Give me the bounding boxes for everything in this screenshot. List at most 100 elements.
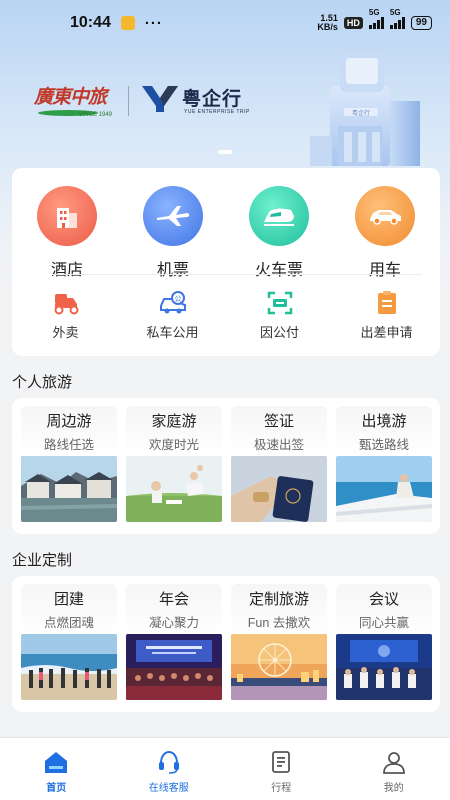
tile-title: 签证 (263, 412, 294, 430)
service-car[interactable]: 用车 (335, 186, 435, 280)
enterprise-custom-card: 团建 点燃团魂 年会 凝心聚力 定制旅游 Fun 去撒欢 会议 同心共赢 (12, 576, 440, 712)
more-notifications-icon: ··· (144, 14, 163, 32)
tile-header: 家庭游 欢度时光 (126, 406, 222, 456)
tile-header: 签证 极速出签 (231, 406, 327, 456)
tile-title: 定制旅游 (248, 590, 309, 608)
bottom-nav: 首页 在线客服 行程 我的 (0, 737, 450, 800)
nav-itinerary[interactable]: 行程 (231, 745, 331, 794)
tile-header: 定制旅游 Fun 去撒欢 (231, 584, 327, 634)
enterprise-custom-tiles: 团建 点燃团魂 年会 凝心聚力 定制旅游 Fun 去撒欢 会议 同心共赢 (21, 584, 432, 700)
tile-family-travel[interactable]: 家庭游 欢度时光 (126, 406, 222, 522)
main-services: 酒店 机票 火车票 用车 (12, 186, 440, 280)
service-label: 酒店 (50, 262, 83, 279)
nav-label: 首页 (46, 782, 67, 794)
sub-service-label: 出差申请 (360, 325, 413, 340)
nav-label: 在线客服 (148, 782, 189, 794)
nav-profile[interactable]: 我的 (344, 745, 444, 794)
family-picnic-image (126, 456, 222, 522)
nav-label: 行程 (271, 782, 292, 794)
yue-enterprise-trip-logo: 粤企行 YUE ENTERPRISE TRIP (140, 84, 249, 120)
service-label: 火车票 (254, 262, 303, 279)
service-private-car[interactable]: 公 私车公用 (123, 290, 223, 341)
yacht-sea-image (336, 456, 432, 522)
nav-customer-service[interactable]: 在线客服 (119, 745, 219, 794)
yue-logo-name: 粤企行 (182, 89, 243, 110)
hd-badge: HD (343, 17, 363, 29)
tile-header: 周边游 路线任选 (21, 406, 117, 456)
signal-icon-2: 5G (389, 8, 405, 29)
banner-carousel[interactable]: 廣東中旅 SINCE 1949 粤企行 YUE ENTERPRISE TRIP … (0, 46, 450, 166)
water-town-image (21, 456, 117, 522)
plane-icon (143, 186, 203, 246)
headset-icon (158, 750, 179, 774)
svg-text:公: 公 (174, 295, 181, 303)
tile-header: 出境游 甄选路线 (336, 406, 432, 456)
tile-subtitle: 极速出签 (253, 437, 304, 452)
battery-icon: 99 (410, 16, 432, 30)
service-travel-application[interactable]: 出差申请 (337, 290, 437, 341)
service-hotel[interactable]: 酒店 (17, 186, 117, 280)
notification-icon (120, 16, 135, 30)
tile-subtitle: 甄选路线 (358, 437, 409, 452)
services-divider (52, 274, 422, 275)
signal-icon: 5G (368, 8, 384, 29)
tile-header: 团建 点燃团魂 (21, 584, 117, 634)
sub-service-label: 因公付 (259, 325, 299, 340)
tile-visa[interactable]: 签证 极速出签 (231, 406, 327, 522)
tile-subtitle: 凝心聚力 (148, 615, 199, 630)
gd-ctc-logo-since: SINCE 1949 (78, 112, 112, 118)
annual-meeting-image (126, 634, 222, 700)
application-icon (377, 291, 396, 314)
network-speed-unit: KB/s (317, 22, 338, 32)
scan-pay-icon (267, 291, 292, 315)
tile-title: 周边游 (46, 412, 92, 430)
service-train[interactable]: 火车票 (229, 186, 329, 280)
profile-icon (382, 751, 405, 774)
tile-header: 年会 凝心聚力 (126, 584, 222, 634)
status-bar: 10:44 ··· 1.51 KB/s HD 5G 5G 99 (0, 0, 450, 46)
tile-outbound-travel[interactable]: 出境游 甄选路线 (336, 406, 432, 522)
beach-team-image (21, 634, 117, 700)
private-car-icon: 公 (159, 291, 186, 314)
tile-custom-travel[interactable]: 定制旅游 Fun 去撒欢 (231, 584, 327, 700)
delivery-icon (54, 294, 78, 315)
tile-conference[interactable]: 会议 同心共赢 (336, 584, 432, 700)
network-speed: 1.51 KB/s (317, 14, 338, 32)
service-label: 机票 (156, 262, 189, 279)
tile-title: 年会 (158, 590, 189, 608)
gd-ctc-logo-text: 廣東中旅 (34, 86, 107, 108)
tile-title: 会议 (368, 590, 399, 608)
carousel-indicator[interactable] (218, 150, 232, 154)
itinerary-icon (272, 750, 291, 773)
tile-title: 家庭游 (151, 412, 197, 430)
status-indicators: 1.51 KB/s HD 5G 5G 99 (317, 8, 432, 32)
building-sign: 粤企行 (352, 109, 370, 117)
ferris-wheel-city-image (231, 634, 327, 700)
building-illustration: 粤企行 (310, 52, 420, 166)
sub-service-label: 外卖 (52, 325, 79, 340)
car-icon (355, 186, 415, 246)
personal-travel-card: 周边游 路线任选 家庭游 欢度时光 签证 极速出签 出境游 甄选路线 (12, 398, 440, 534)
services-card: 酒店 机票 火车票 用车 外卖 公 私车公用 因公付 出差申请 (12, 168, 440, 356)
tile-subtitle: 点燃团魂 (43, 615, 94, 630)
personal-travel-tiles: 周边游 路线任选 家庭游 欢度时光 签证 极速出签 出境游 甄选路线 (21, 406, 432, 522)
conference-image (336, 634, 432, 700)
status-time: 10:44 (70, 14, 111, 31)
tile-annual-meeting[interactable]: 年会 凝心聚力 (126, 584, 222, 700)
tile-nearby-travel[interactable]: 周边游 路线任选 (21, 406, 117, 522)
passport-image (231, 456, 327, 522)
tile-subtitle: 欢度时光 (148, 437, 199, 452)
tile-subtitle: 路线任选 (43, 437, 94, 452)
tile-team-building[interactable]: 团建 点燃团魂 (21, 584, 117, 700)
service-flight[interactable]: 机票 (123, 186, 223, 280)
train-icon (249, 186, 309, 246)
tile-header: 会议 同心共赢 (336, 584, 432, 634)
tile-subtitle: 同心共赢 (358, 615, 409, 630)
section-title-enterprise-custom: 企业定制 (12, 552, 73, 569)
service-scan-pay[interactable]: 因公付 (230, 290, 330, 341)
gd-ctc-logo: 廣東中旅 SINCE 1949 (34, 82, 116, 122)
nav-home[interactable]: 首页 (6, 745, 106, 794)
sub-services: 外卖 公 私车公用 因公付 出差申请 (12, 290, 440, 341)
nav-label: 我的 (383, 782, 404, 794)
service-delivery[interactable]: 外卖 (16, 290, 116, 341)
